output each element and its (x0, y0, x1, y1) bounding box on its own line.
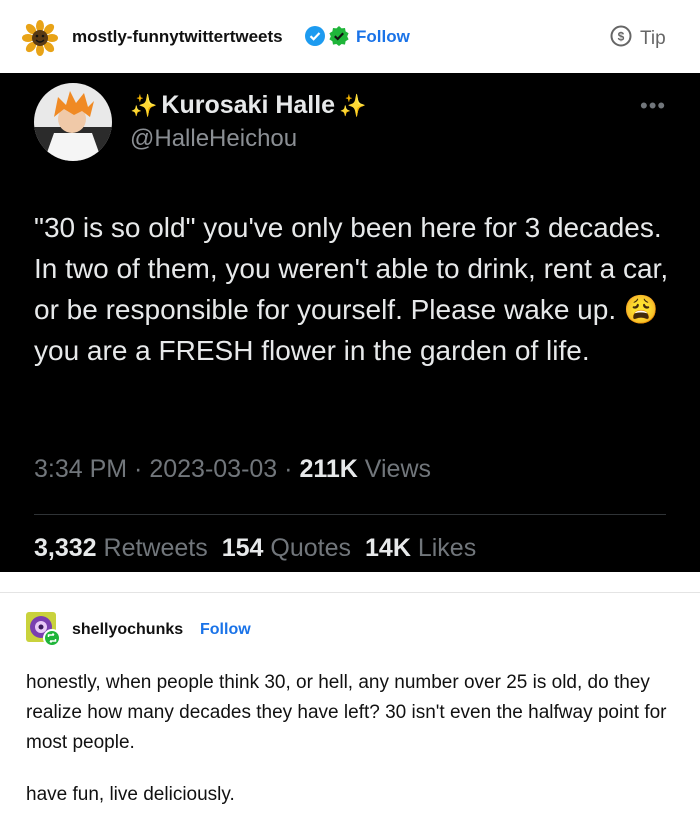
reblog-separator (0, 592, 700, 593)
quotes-stat[interactable]: 154 Quotes (222, 534, 351, 563)
tweet-meta: 3:34 PM · 2023-03-03 · 211K Views (34, 455, 432, 483)
likes-stat[interactable]: 14K Likes (365, 534, 476, 563)
views-count: 211K (299, 455, 358, 483)
tip-label: Tip (640, 27, 666, 49)
weary-face-emoji: 😩 (623, 294, 659, 325)
follow-button[interactable]: Follow (356, 27, 410, 47)
tip-dollar-icon: $ (610, 25, 632, 52)
reblog-blog-name[interactable]: shellyochunks (72, 621, 183, 639)
views-label: Views (364, 455, 432, 483)
svg-text:$: $ (618, 30, 625, 44)
sparkles-icon: ✨ (339, 92, 367, 118)
likes-count: 14K (365, 534, 411, 562)
tweet-text-part1: "30 is so old" you've only been here for… (34, 212, 669, 325)
tweet-time[interactable]: 3:34 PM (34, 455, 127, 483)
tweet-stats: 3,332 Retweets 154 Quotes 14K Likes (34, 534, 476, 563)
tweet-display-name: Kurosaki Halle (161, 91, 336, 119)
retweets-label: Retweets (103, 534, 208, 562)
tweet-text: "30 is so old" you've only been here for… (34, 207, 674, 371)
reblog-paragraph-1: honestly, when people think 30, or hell,… (26, 672, 667, 753)
verified-badge-green-icon (329, 26, 349, 46)
tweet-display-name-wrap[interactable]: ✨ Kurosaki Halle ✨ (130, 91, 367, 120)
retweets-count: 3,332 (34, 534, 97, 562)
tweet-text-part2: you are a FRESH flower in the garden of … (34, 335, 590, 366)
post-header: mostly-funnytwittertweets Follow $ Tip (0, 0, 700, 73)
likes-label: Likes (417, 534, 477, 562)
reblog-paragraph-2: have fun, live deliciously. (26, 784, 235, 805)
retweets-stat[interactable]: 3,332 Retweets (34, 534, 208, 563)
quotes-label: Quotes (270, 534, 352, 562)
tweet-date[interactable]: 2023-03-03 (149, 455, 277, 483)
blog-name[interactable]: mostly-funnytwittertweets (72, 27, 283, 47)
more-options-icon[interactable]: ••• (640, 93, 666, 119)
tweet-handle[interactable]: @HalleHeichou (130, 125, 297, 153)
verified-badge-icon (305, 26, 325, 46)
reblog-avatar[interactable] (26, 612, 61, 647)
quotes-count: 154 (221, 534, 264, 562)
reblog-follow-button[interactable]: Follow (200, 621, 251, 639)
tweet-avatar[interactable] (34, 83, 112, 161)
sparkles-icon: ✨ (130, 92, 158, 118)
tweet-divider (34, 514, 666, 515)
blog-avatar[interactable] (22, 20, 58, 56)
tweet-card: ✨ Kurosaki Halle ✨ @HalleHeichou ••• "30… (0, 73, 700, 572)
tip-button[interactable]: $ Tip (610, 25, 666, 52)
